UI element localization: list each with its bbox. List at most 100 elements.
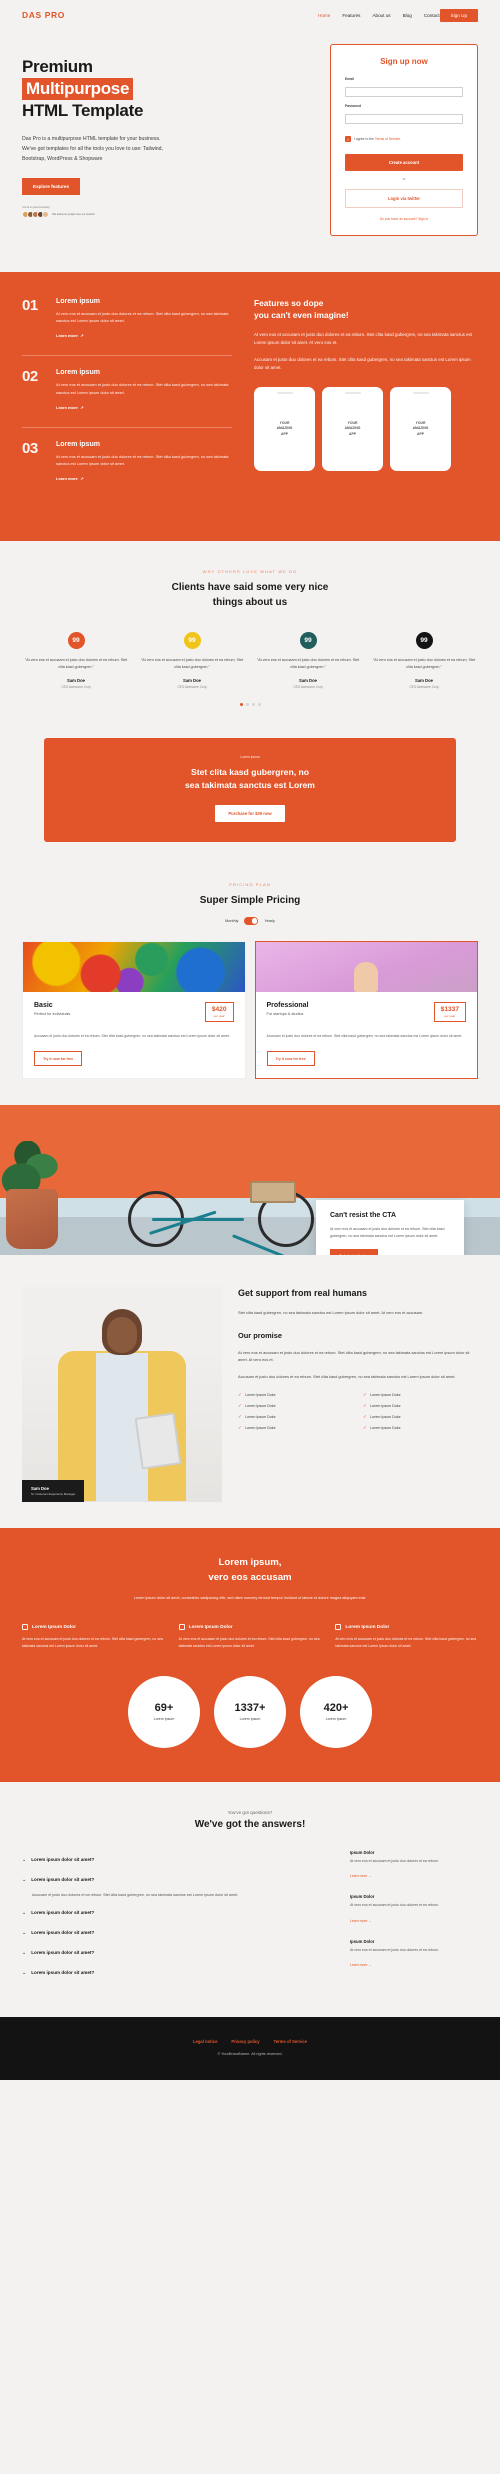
- faq-item[interactable]: ⌄ Lorem ipsum dolor sit amet?: [22, 1923, 332, 1943]
- feature-learn-more-link[interactable]: Learn more ↗: [56, 476, 84, 481]
- faq-side-link[interactable]: Learn more →: [350, 1963, 372, 1967]
- nav-item-contact[interactable]: Contact: [424, 13, 440, 18]
- site-footer: Legal notice Privacy policy Terms of Servi…: [0, 2017, 500, 2081]
- faq-question-row[interactable]: ⌄ Lorem ipsum dolor sit amet?: [22, 1923, 332, 1943]
- faq-question-row[interactable]: ⌄ Lorem ipsum dolor sit amet?: [22, 1903, 332, 1923]
- plan-name: Basic: [34, 1001, 53, 1009]
- stat-label: Lorem ipsum: [239, 1717, 261, 1722]
- stats-column-text: At vero eos et accusam et justo duo dolo…: [335, 1637, 477, 1649]
- faq-question-row[interactable]: ⌄ Lorem ipsum dolor sit amet?: [22, 1850, 332, 1870]
- carousel-dot[interactable]: [239, 703, 243, 706]
- testimonials-heading-line2: things about us: [212, 596, 288, 608]
- stats-column: Lorem Ipsum Dolor At vero eos et accusam…: [178, 1624, 322, 1649]
- cta-purchase-button[interactable]: Purchase for $39 now: [215, 804, 285, 822]
- nav-item-features[interactable]: Features: [342, 13, 360, 18]
- nav-item-home[interactable]: Home: [318, 13, 330, 18]
- support-photo: Sam Doe Sr. Customer Experience Manager: [22, 1287, 222, 1503]
- pricing-eyebrow: PRICING PLAN: [229, 881, 271, 887]
- terms-prefix: I agree to the: [354, 137, 375, 141]
- footer-link[interactable]: Privacy policy: [231, 2039, 259, 2044]
- face-graphic: [107, 1317, 137, 1354]
- signup-title: Sign up now: [380, 57, 428, 66]
- bicycle-image-band: Can't resist the CTA At vero eos et accu…: [0, 1105, 500, 1256]
- plan-subtitle: For startups & studios: [266, 1011, 304, 1016]
- twitter-login-button[interactable]: Login via twitter: [345, 189, 463, 208]
- hero-title-line1: Premium: [22, 57, 93, 76]
- hero-title-line3: HTML Template: [22, 100, 144, 120]
- quote-mark: 99: [72, 637, 80, 645]
- learn-more-label: Learn more: [56, 476, 78, 482]
- features-paragraph-2: Accusam et justo duo dolores et ea rebum…: [254, 356, 471, 371]
- explore-features-button[interactable]: Explore features: [22, 178, 80, 196]
- promise-paragraph-2: Accusam et justo duo dolores et ea rebum…: [238, 1373, 456, 1379]
- terms-checkbox[interactable]: ✓: [345, 136, 351, 142]
- check-label: Lorem Ipsum Dolor: [370, 1393, 401, 1398]
- nav-item-blog[interactable]: Blog: [403, 13, 412, 18]
- pricing-card-image: [23, 941, 245, 992]
- feature-learn-more-link[interactable]: Learn more ↗: [56, 333, 84, 338]
- feature-check-lists: ✓ Lorem Ipsum Dolor ✓ Lorem Ipsum Dolor ✓ Lor…: [238, 1392, 478, 1436]
- faq-item[interactable]: ⌄ Lorem ipsum dolor sit amet?: [22, 1943, 332, 1963]
- feature-learn-more-link[interactable]: Learn more ↗: [56, 405, 84, 410]
- faq-item[interactable]: ⌄ Lorem ipsum dolor sit amet? Accusam et…: [22, 1870, 332, 1899]
- create-account-button[interactable]: Create account: [345, 154, 463, 171]
- stats-column-text: At vero eos et accusam et justo duo dolo…: [22, 1637, 163, 1649]
- faq-question-row[interactable]: ⌄ Lorem ipsum dolor sit amet?: [22, 1943, 332, 1963]
- testimonial-card: 99 "At vero eos et accusam et justo duo …: [254, 632, 362, 689]
- nav-item-about-us[interactable]: About us: [372, 13, 390, 18]
- brand-logo[interactable]: DAS PRO: [22, 10, 65, 20]
- have-account-link[interactable]: Do you have an account? Sign in: [345, 217, 463, 221]
- external-link-icon: ↗: [80, 333, 84, 339]
- check-icon: ✓: [363, 1414, 367, 1420]
- check-item: ✓ Lorem Ipsum Dolor: [238, 1414, 353, 1420]
- faq-item[interactable]: ⌄ Lorem ipsum dolor sit amet?: [22, 1850, 332, 1870]
- faq-item[interactable]: ⌄ Lorem ipsum dolor sit amet?: [22, 1963, 332, 1983]
- check-label: Lorem Ipsum Dolor: [245, 1415, 276, 1420]
- faq-side-link[interactable]: Learn more →: [350, 1919, 372, 1923]
- terms-row[interactable]: ✓ I agree to the Terms of Service.: [345, 136, 463, 142]
- support-person-name: Sam Doe: [31, 1485, 49, 1491]
- footer-link[interactable]: Legal notice: [193, 2039, 217, 2044]
- faq-side-item: Ipsum Dolor At vero eos et accusam et ju…: [350, 1850, 478, 1882]
- header-signup-button[interactable]: Sign Up: [439, 8, 478, 22]
- support-photo-wrap: Sam Doe Sr. Customer Experience Manager: [22, 1287, 222, 1503]
- feature-desc: At vero eos et accusam et justo duo dolo…: [56, 453, 229, 467]
- hero-paragraph: Das Pro is a multipurpose HTML template …: [22, 136, 163, 162]
- cta-eyebrow: Lorem ipsum: [240, 755, 260, 759]
- stats-column-head: Lorem Ipsum Dolor: [335, 1624, 478, 1631]
- band-card-button[interactable]: Get started today: [330, 1249, 378, 1256]
- carousel-dot[interactable]: [245, 703, 249, 706]
- faq-heading: We've got the answers!: [194, 1818, 306, 1830]
- external-link-icon: ↗: [80, 476, 84, 482]
- plan-cta-button[interactable]: Try it now for free: [34, 1051, 83, 1067]
- faq-side-link[interactable]: Learn more →: [350, 1874, 372, 1878]
- carousel-dot[interactable]: [257, 703, 261, 706]
- plan-cta-button[interactable]: Try it now for free: [266, 1051, 315, 1067]
- carousel-dot[interactable]: [251, 703, 255, 706]
- check-item: ✓ Lorem Ipsum Dolor: [363, 1392, 478, 1398]
- footer-link[interactable]: Terms of Service: [274, 2039, 307, 2044]
- faq-side-text: At vero eos et accusam et justo duo dolo…: [350, 1947, 439, 1952]
- faq-question-row[interactable]: ⌄ Lorem ipsum dolor sit amet?: [22, 1963, 332, 1983]
- password-input[interactable]: [345, 114, 463, 124]
- faq-side-title: Ipsum Dolor: [350, 1894, 375, 1900]
- testimonial-card: 99 "At vero eos et accusam et justo duo …: [370, 632, 478, 689]
- faq-item[interactable]: ⌄ Lorem ipsum dolor sit amet?: [22, 1903, 332, 1923]
- check-item: ✓ Lorem Ipsum Dolor: [363, 1414, 478, 1420]
- chevron-down-icon: ⌄: [22, 1856, 27, 1863]
- band-card-text: At vero eos et accusam et justo duo dolo…: [330, 1226, 445, 1238]
- stats-section: Lorem ipsum, vero eos accusam Lorem ipsu…: [0, 1528, 500, 1782]
- email-input[interactable]: [345, 87, 463, 97]
- faq-question-row[interactable]: ⌄ Lorem ipsum dolor sit amet?: [22, 1870, 332, 1890]
- quote-icon: 99: [299, 632, 317, 650]
- terms-link[interactable]: Terms of Service.: [375, 137, 401, 141]
- check-item: ✓ Lorem Ipsum Dolor: [363, 1425, 478, 1431]
- cta-heading-line1: Stet clita kasd gubergren, no: [191, 767, 309, 777]
- support-person-badge: Sam Doe Sr. Customer Experience Manager: [22, 1479, 85, 1503]
- stats-heading-line2: vero eos accusam: [208, 1571, 292, 1583]
- feature-number: 02: [22, 368, 38, 386]
- features-heading: Features so dope you can't even imagine!: [254, 298, 478, 322]
- carousel-dots[interactable]: [22, 703, 478, 706]
- stats-column-head: Lorem Ipsum Dolor: [178, 1624, 322, 1631]
- billing-toggle[interactable]: [244, 917, 259, 925]
